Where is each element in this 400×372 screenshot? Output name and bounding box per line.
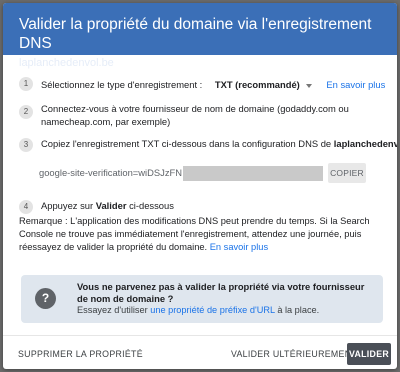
step-number: 1 xyxy=(19,77,33,91)
step-4-prefix: Appuyez sur xyxy=(41,200,94,211)
dropdown-caret-icon xyxy=(305,83,312,88)
dialog-header: Valider la propriété du domaine via l'en… xyxy=(3,3,397,69)
step-2-line-2: namecheap.com, par exemple) xyxy=(41,116,171,127)
step-3-text: Copiez l'enregistrement TXT ci-dessous d… xyxy=(41,138,332,149)
delete-property-button[interactable]: SUPPRIMER LA PROPRIÉTÉ xyxy=(18,349,143,359)
step-4-action: Valider xyxy=(95,200,127,211)
copy-button[interactable]: COPIER xyxy=(328,163,366,183)
record-type-select[interactable]: TXT (recommandé) xyxy=(215,79,315,90)
learn-more-link[interactable]: En savoir plus xyxy=(326,79,385,90)
validate-button[interactable]: VALIDER xyxy=(347,343,391,365)
dialog-title: Valider la propriété du domaine via l'en… xyxy=(19,16,372,52)
txt-record-redacted xyxy=(183,166,323,181)
notice-body: Essayez d'utiliser une propriété de préf… xyxy=(77,305,319,315)
step-1-label: Sélectionnez le type d'enregistrement : xyxy=(41,79,203,90)
alternative-notice: ? Vous ne parvenez pas à valider la prop… xyxy=(21,275,383,323)
question-icon: ? xyxy=(35,288,56,309)
url-prefix-property-link[interactable]: une propriété de préfixe d'URL xyxy=(150,305,275,315)
step-4-suffix: ci-dessous xyxy=(129,200,174,211)
notice-title: Vous ne parvenez pas à valider la propri… xyxy=(77,281,365,304)
footer-divider xyxy=(3,335,397,336)
step-number: 2 xyxy=(19,105,33,119)
step-number: 4 xyxy=(19,200,33,214)
notice-body-prefix: Essayez d'utiliser xyxy=(77,305,148,315)
validate-later-button[interactable]: VALIDER ULTÉRIEUREMENT xyxy=(231,349,357,359)
step-3-domain: laplanchedenvol.be xyxy=(333,138,397,149)
txt-record-value[interactable]: google-site-verification=wiDSJzFN xyxy=(39,167,182,178)
dialog-domain: laplanchedenvol.be xyxy=(19,57,114,69)
dns-verification-dialog: Valider la propriété du domaine via l'en… xyxy=(3,3,397,369)
remark-text: Remarque : L'application des modificatio… xyxy=(19,216,370,252)
step-number: 3 xyxy=(19,138,33,152)
remark-learn-more-link[interactable]: En savoir plus xyxy=(210,242,268,252)
record-type-value: TXT (recommandé) xyxy=(214,79,300,90)
remark: Remarque : L'application des modificatio… xyxy=(19,215,384,254)
step-2-line-1: Connectez-vous à votre fournisseur de no… xyxy=(41,103,349,114)
dialog-footer: SUPPRIMER LA PROPRIÉTÉ VALIDER ULTÉRIEUR… xyxy=(3,337,397,369)
notice-body-suffix: à la place. xyxy=(277,305,320,315)
